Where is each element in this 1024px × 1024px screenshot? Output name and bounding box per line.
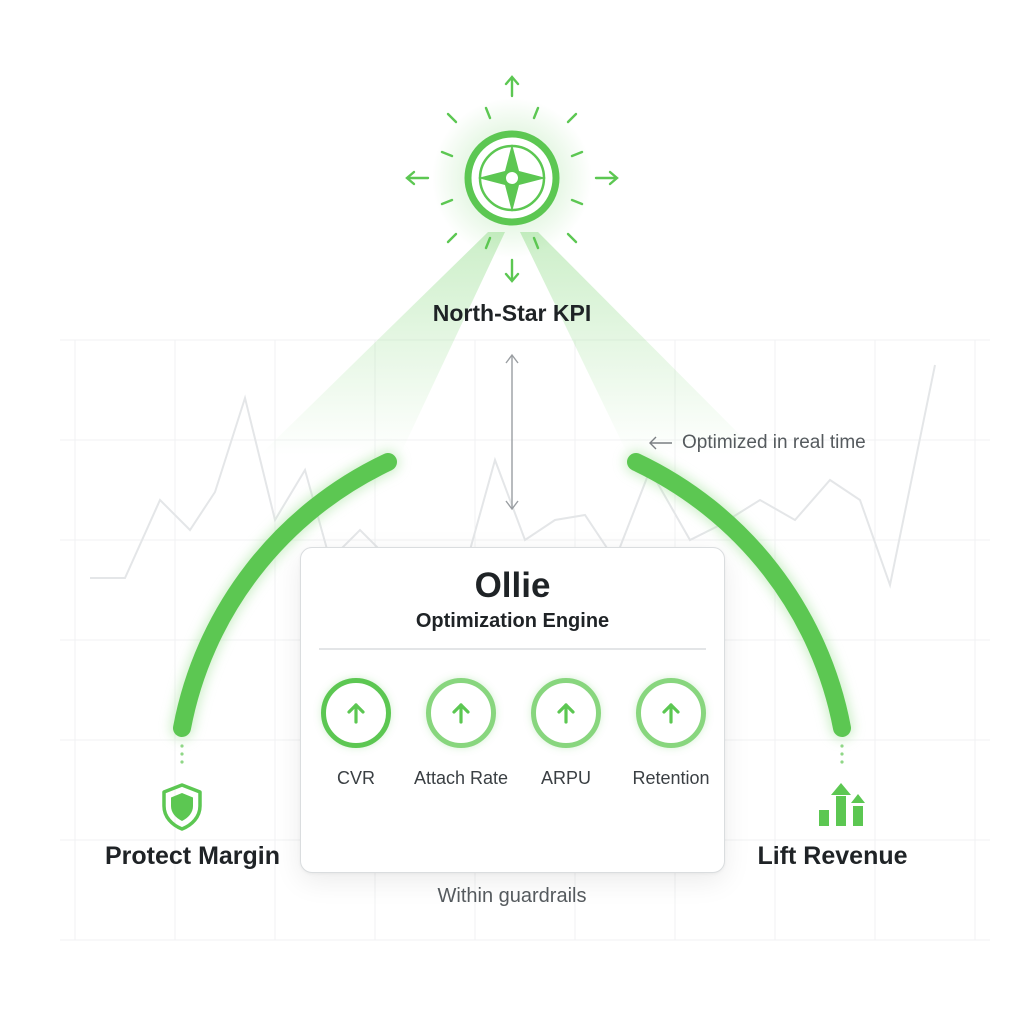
growth-bars-icon [819, 783, 865, 826]
compass-icon [405, 75, 619, 283]
lift-revenue-label: Lift Revenue [757, 842, 908, 870]
metric-arpu: ARPU [511, 678, 621, 789]
arrow-up-icon [531, 678, 601, 748]
dotted-connector-left [180, 744, 184, 764]
metric-attach-rate: Attach Rate [406, 678, 516, 789]
card-divider [319, 648, 706, 650]
arrow-up-icon [636, 678, 706, 748]
arrow-up-icon [321, 678, 391, 748]
metric-label: Retention [632, 768, 710, 788]
shield-icon [162, 783, 202, 831]
vertical-double-arrow [505, 353, 519, 511]
metric-cvr: CVR [301, 678, 411, 789]
guardrails-label: Within guardrails [437, 885, 587, 907]
metric-label: ARPU [540, 768, 591, 788]
annotation-text-label: Optimized in real time [682, 432, 866, 453]
engine-subtitle: Optimization Engine [415, 610, 610, 632]
annotation-text: Optimized in real time [680, 432, 940, 454]
dotted-connector-right [840, 744, 844, 764]
diagram-canvas: North-Star KPI Optimized in real time Ol… [0, 0, 1024, 1024]
arrow-up-icon [426, 678, 496, 748]
north-star-label: North-Star KPI [432, 300, 592, 326]
engine-card: Ollie Optimization Engine CVR Attach Rat… [300, 547, 725, 873]
metric-label: CVR [336, 768, 375, 788]
protect-margin-label: Protect Margin [104, 842, 281, 870]
metric-label: Attach Rate [413, 768, 509, 788]
metric-retention: Retention [616, 678, 726, 789]
engine-title: Ollie [474, 566, 551, 605]
